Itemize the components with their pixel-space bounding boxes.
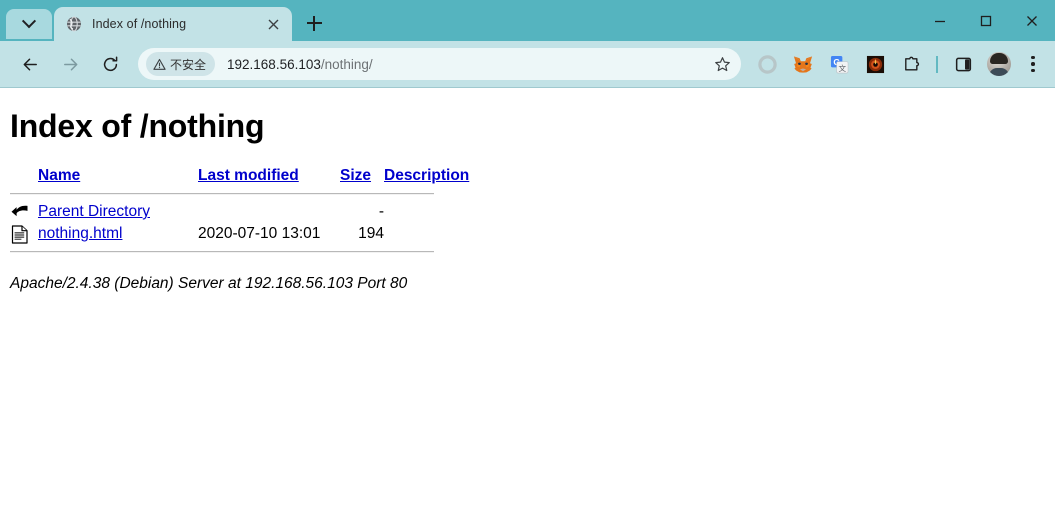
minimize-button[interactable] <box>917 0 963 41</box>
footer-rule-row <box>10 245 469 259</box>
sort-by-name-link[interactable]: Name <box>38 167 80 184</box>
row-icon-cell <box>10 201 38 223</box>
row-modified-cell <box>198 201 340 223</box>
address-bar[interactable]: 不安全 192.168.56.103/nothing/ <box>138 48 741 80</box>
column-header-last-modified: Last modified <box>198 167 340 187</box>
puzzle-piece-icon[interactable] <box>897 50 925 78</box>
warning-triangle-icon <box>153 58 166 70</box>
file-link-nothing-html[interactable]: nothing.html <box>38 225 122 242</box>
dark-red-badge-icon[interactable] <box>861 50 889 78</box>
url-path: /nothing/ <box>320 56 373 72</box>
page-viewport: Index of /nothing Name Last modified Siz… <box>0 88 1055 527</box>
row-modified-cell: 2020-07-10 13:01 <box>198 225 321 242</box>
parent-directory-icon <box>11 205 28 216</box>
directory-listing-table: Name Last modified Size Description Pare… <box>10 167 469 259</box>
circle-ring-icon[interactable] <box>753 50 781 78</box>
forward-button[interactable] <box>54 48 86 80</box>
column-header-size: Size <box>340 167 384 187</box>
row-description-cell <box>384 201 469 223</box>
svg-text:文: 文 <box>838 62 846 72</box>
row-name-cell: nothing.html <box>38 223 198 245</box>
close-button[interactable] <box>1009 0 1055 41</box>
back-button[interactable] <box>14 48 46 80</box>
window-controls <box>917 0 1055 41</box>
table-header-row: Name Last modified Size Description <box>10 167 469 187</box>
url-host: 192.168.56.103 <box>227 56 321 72</box>
arrow-right-icon <box>63 58 77 70</box>
chrome-menu-button[interactable] <box>1019 50 1047 78</box>
reload-icon <box>103 56 117 71</box>
horizontal-rule-top <box>10 193 434 195</box>
metamask-fox-icon[interactable] <box>789 50 817 78</box>
horizontal-rule-bottom <box>10 251 434 253</box>
row-size-cell: - <box>378 203 384 220</box>
parent-directory-link[interactable]: Parent Directory <box>38 203 150 220</box>
row-description-cell <box>384 223 469 245</box>
header-rule-row <box>10 187 469 201</box>
tab-title: Index of /nothing <box>92 17 187 31</box>
column-header-name: Name <box>38 167 198 187</box>
browser-toolbar: 不安全 192.168.56.103/nothing/ 文 <box>0 41 1055 88</box>
reload-button[interactable] <box>94 48 126 80</box>
row-icon-cell <box>10 223 38 245</box>
browser-window: Index of /nothing 不安全 192.168.56.103/not… <box>0 0 1055 527</box>
tab-index-of-nothing[interactable]: Index of /nothing <box>54 7 292 41</box>
table-row: nothing.html 2020-07-10 13:01 194 <box>10 223 469 245</box>
server-signature: Apache/2.4.38 (Debian) Server at 192.168… <box>10 275 408 292</box>
maximize-button[interactable] <box>963 0 1009 41</box>
chevron-down-icon <box>21 14 37 29</box>
side-panel-icon[interactable] <box>949 50 977 78</box>
column-icon <box>10 167 38 187</box>
google-translate-icon[interactable]: G 文 <box>825 50 853 78</box>
tab-strip: Index of /nothing <box>0 0 1055 41</box>
sort-by-description-link[interactable]: Description <box>384 167 469 184</box>
text-file-icon <box>11 224 28 244</box>
row-name-cell: Parent Directory <box>38 201 198 223</box>
arrow-left-icon <box>23 58 37 70</box>
bookmark-star-icon[interactable] <box>709 51 735 77</box>
row-size-cell: 194 <box>358 225 384 242</box>
globe-icon <box>67 16 81 32</box>
close-icon[interactable] <box>262 13 284 35</box>
column-header-description: Description <box>384 167 469 187</box>
toolbar-divider <box>936 55 938 73</box>
sort-by-size-link[interactable]: Size <box>340 167 371 184</box>
security-status-chip[interactable]: 不安全 <box>146 52 216 76</box>
table-row: Parent Directory - <box>10 201 469 223</box>
address-bar-url[interactable]: 192.168.56.103/nothing/ <box>227 57 709 72</box>
profile-avatar[interactable] <box>987 52 1011 76</box>
page-title: Index of /nothing <box>10 108 265 144</box>
apache-directory-listing: Index of /nothing Name Last modified Siz… <box>0 108 1055 293</box>
sort-by-last-modified-link[interactable]: Last modified <box>198 167 299 184</box>
new-tab-button[interactable] <box>300 9 328 37</box>
security-status-text: 不安全 <box>170 57 207 72</box>
tab-search-button[interactable] <box>6 9 52 39</box>
